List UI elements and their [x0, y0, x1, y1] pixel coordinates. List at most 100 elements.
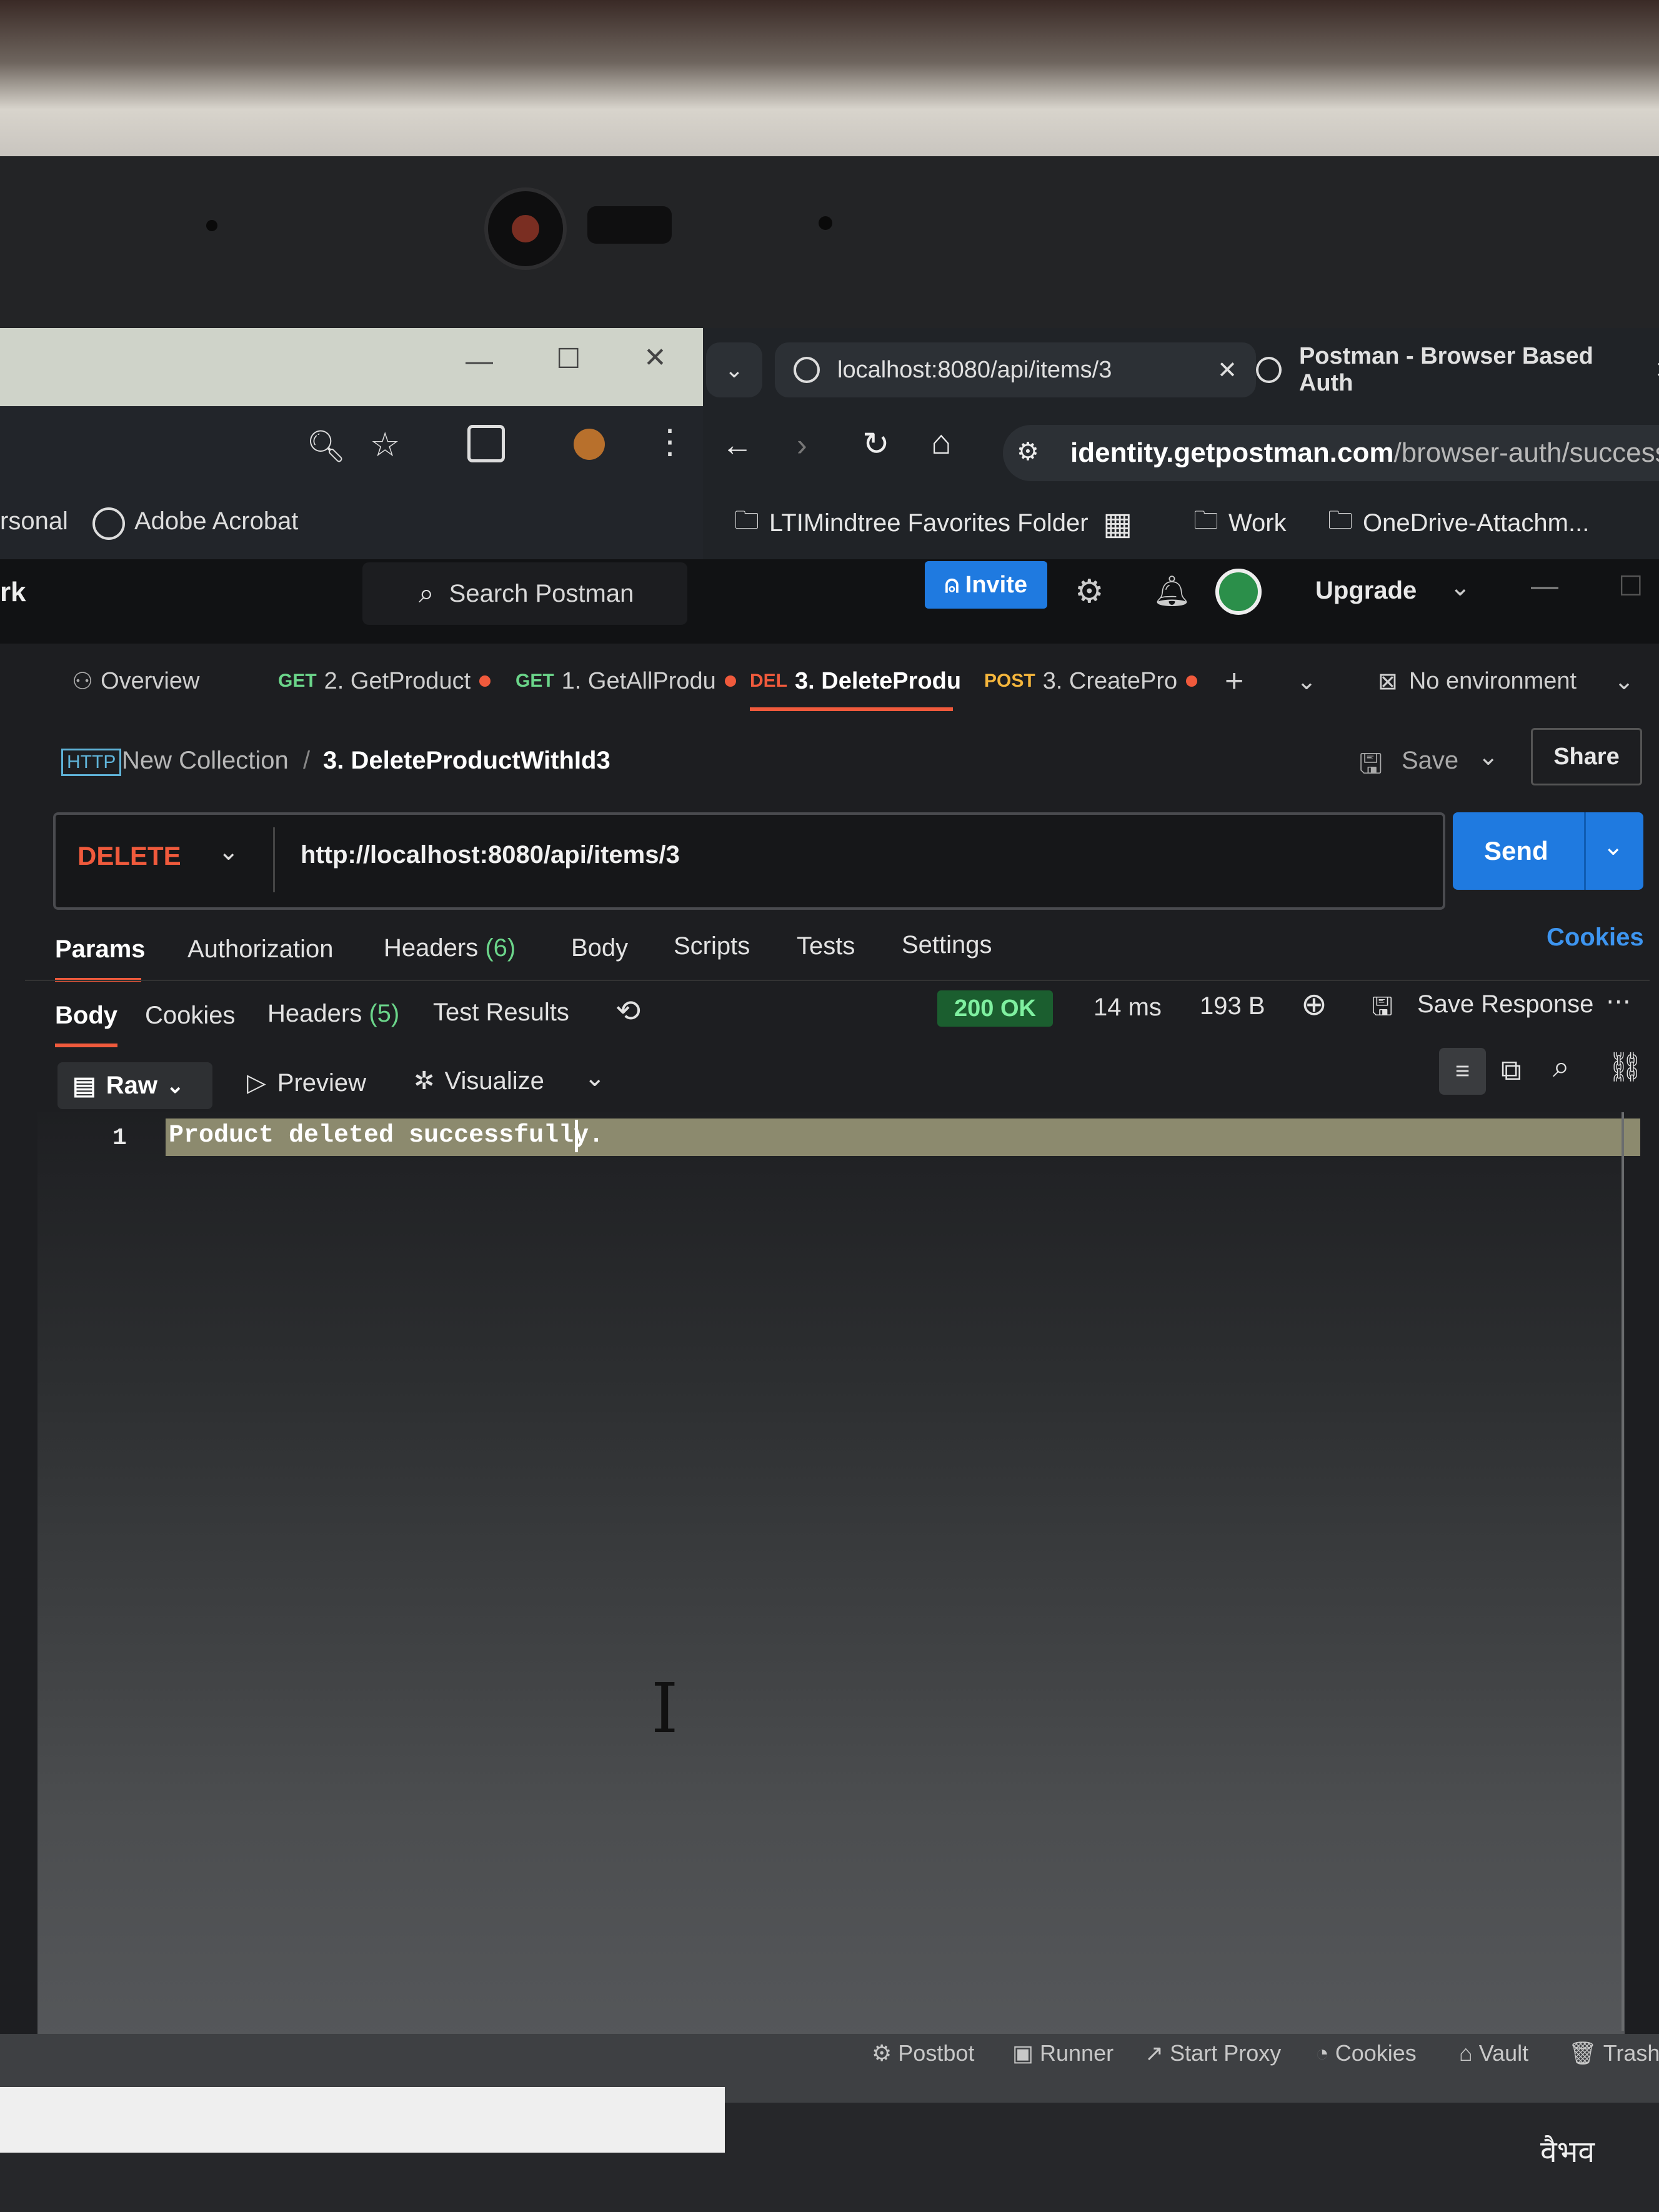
- save-button[interactable]: Save: [1402, 747, 1458, 775]
- send-options-chevron-icon[interactable]: ⌄: [1603, 832, 1624, 861]
- share-button[interactable]: Share: [1531, 728, 1642, 785]
- footer-vault[interactable]: ⌂ Vault: [1459, 2040, 1528, 2066]
- tab-get-all-products[interactable]: GET 1. GetAllProdu: [516, 644, 736, 719]
- environment-selector[interactable]: ⊠ No environment ⌄: [1378, 644, 1634, 719]
- divider: [25, 980, 1650, 981]
- text-cursor: [575, 1120, 578, 1152]
- footer-trash[interactable]: 🗑 Trash: [1568, 2040, 1659, 2066]
- new-tab-plus-icon[interactable]: +: [1225, 644, 1243, 719]
- footer-cookies[interactable]: ◔ Cookies: [1315, 2040, 1417, 2066]
- upgrade-chevron-icon[interactable]: ⌄: [1450, 573, 1471, 602]
- extensions-icon[interactable]: [467, 425, 505, 462]
- save-response-button[interactable]: Save Response: [1417, 990, 1593, 1019]
- breadcrumb-separator: /: [303, 747, 311, 774]
- invite-button[interactable]: ⍝ Invite: [925, 561, 1047, 609]
- link-icon[interactable]: ⛓: [1607, 1050, 1643, 1084]
- user-avatar[interactable]: [1215, 569, 1262, 615]
- close-tab-icon[interactable]: ✕: [1655, 356, 1659, 384]
- raw-view-selector[interactable]: ▤ Raw ⌄: [57, 1062, 212, 1109]
- globe-icon[interactable]: ⊕: [1301, 986, 1327, 1022]
- visualize-chevron-icon[interactable]: ⌄: [584, 1064, 605, 1092]
- tab-overview[interactable]: ⚇ Overview: [72, 644, 199, 719]
- chevron-down-icon: ⌄: [1614, 668, 1634, 695]
- tab-search-dropdown[interactable]: ⌄: [706, 342, 762, 397]
- browser-tab-localhost[interactable]: localhost:8080/api/items/3 ✕: [775, 342, 1256, 397]
- tabs-dropdown-chevron-icon[interactable]: ⌄: [1297, 644, 1317, 719]
- search-postman[interactable]: ⌕ Search Postman: [362, 562, 687, 625]
- tab-authorization[interactable]: Authorization: [187, 935, 333, 964]
- tab-params[interactable]: Params: [55, 935, 146, 964]
- forward-arrow-icon[interactable]: ›: [797, 427, 807, 463]
- scrollbar-track[interactable]: [1622, 1112, 1624, 2031]
- tab-headers[interactable]: Headers (6): [384, 934, 516, 962]
- response-body-editor[interactable]: [37, 1112, 1625, 2037]
- response-body-text[interactable]: Product deleted successfully.: [169, 1122, 604, 1150]
- invite-label: Invite: [965, 571, 1028, 598]
- breadcrumb-request[interactable]: 3. DeleteProductWithId3: [323, 747, 610, 775]
- response-size: 193 B: [1200, 992, 1265, 1020]
- body-underline: [55, 1044, 117, 1047]
- bookmark-onedrive[interactable]: 🗀 OneDrive-Attachm...: [1328, 487, 1589, 559]
- cookies-link[interactable]: Cookies: [1547, 924, 1644, 952]
- back-arrow-icon[interactable]: ←: [722, 427, 753, 463]
- bookmark-work[interactable]: 🗀 Work: [1193, 487, 1287, 559]
- tab-create-product[interactable]: POST 3. CreatePro: [984, 644, 1198, 719]
- method-selector[interactable]: DELETE: [77, 841, 181, 871]
- reload-icon[interactable]: ↻: [862, 426, 890, 463]
- laptop-bezel: [0, 156, 1659, 331]
- footer-postbot[interactable]: ⚙ Postbot: [872, 2040, 974, 2066]
- tab-body[interactable]: Body: [571, 934, 628, 962]
- browser-tab-title: localhost:8080/api/items/3: [837, 356, 1112, 383]
- bookmark-personal[interactable]: rsonal: [0, 507, 68, 536]
- send-button[interactable]: Send ⌄: [1453, 812, 1643, 890]
- window-minimize-icon[interactable]: —: [1531, 570, 1558, 602]
- notification-bell-icon[interactable]: 🔔︎: [1153, 573, 1191, 609]
- footer-runner[interactable]: ▣ Runner: [1012, 2040, 1113, 2066]
- bookmark-ltimindtree-folder[interactable]: 🗀 LTIMindtree Favorites Folder: [734, 487, 1089, 559]
- address-bar[interactable]: ⚙ identity.getpostman.com/browser-auth/s…: [1003, 425, 1659, 481]
- tab-tests[interactable]: Tests: [797, 932, 855, 960]
- add-user-icon: ⍝: [944, 571, 959, 598]
- save-icon: 🖫: [1359, 749, 1383, 779]
- close-tab-icon[interactable]: ✕: [1217, 356, 1237, 384]
- bookmark-adobe-acrobat[interactable]: Adobe Acrobat: [134, 507, 298, 536]
- site-info-icon[interactable]: ⚙: [1017, 437, 1039, 466]
- star-icon[interactable]: ☆: [370, 425, 400, 464]
- close-icon[interactable]: ✕: [644, 342, 667, 374]
- tab-settings[interactable]: Settings: [902, 931, 992, 959]
- more-options-icon[interactable]: ⋯: [1606, 987, 1631, 1016]
- save-dropdown-chevron-icon[interactable]: ⌄: [1478, 742, 1499, 771]
- breadcrumb-collection[interactable]: New Collection: [122, 747, 289, 775]
- globe-icon: [794, 357, 820, 383]
- response-tab-cookies[interactable]: Cookies: [145, 1002, 236, 1030]
- folder-icon: 🗀: [1328, 506, 1353, 534]
- visualize-button[interactable]: ✲ Visualize: [414, 1067, 544, 1095]
- window-maximize-icon[interactable]: ☐: [1618, 570, 1643, 602]
- copy-icon[interactable]: ⧉: [1501, 1053, 1522, 1088]
- browser-tab-postman-auth[interactable]: Postman - Browser Based Auth ✕: [1237, 342, 1659, 397]
- footer-start-proxy[interactable]: ↗ Start Proxy: [1145, 2040, 1281, 2066]
- tab-get-product[interactable]: GET 2. GetProduct: [278, 644, 491, 719]
- profile-avatar[interactable]: [574, 429, 605, 460]
- settings-gear-icon[interactable]: ⚙: [1075, 573, 1104, 610]
- upgrade-button[interactable]: Upgrade: [1315, 577, 1417, 605]
- history-icon[interactable]: ⟲: [615, 994, 640, 1029]
- response-tab-test-results[interactable]: Test Results: [433, 999, 569, 1027]
- preview-button[interactable]: ▷ Preview: [247, 1069, 366, 1097]
- proxy-icon: ↗: [1145, 2040, 1164, 2066]
- url-input[interactable]: http://localhost:8080/api/items/3: [301, 841, 680, 869]
- response-tab-headers[interactable]: Headers (5): [267, 1000, 399, 1028]
- apps-grid-icon[interactable]: ▦: [1103, 487, 1132, 559]
- maximize-icon[interactable]: ☐: [556, 343, 580, 375]
- method-chevron-icon[interactable]: ⌄: [218, 837, 239, 866]
- response-tab-body[interactable]: Body: [55, 1002, 117, 1030]
- minimize-icon[interactable]: —: [466, 346, 493, 377]
- zoom-icon[interactable]: 🔍︎: [306, 428, 346, 465]
- visualize-icon: ✲: [414, 1067, 435, 1095]
- menu-kebab-icon[interactable]: ⋮: [653, 422, 687, 461]
- wrap-lines-icon[interactable]: ≡: [1439, 1048, 1486, 1095]
- workspace-label[interactable]: rk: [0, 577, 26, 608]
- home-icon[interactable]: ⌂: [931, 423, 952, 462]
- search-icon[interactable]: ⌕: [1553, 1050, 1570, 1085]
- tab-scripts[interactable]: Scripts: [674, 932, 750, 960]
